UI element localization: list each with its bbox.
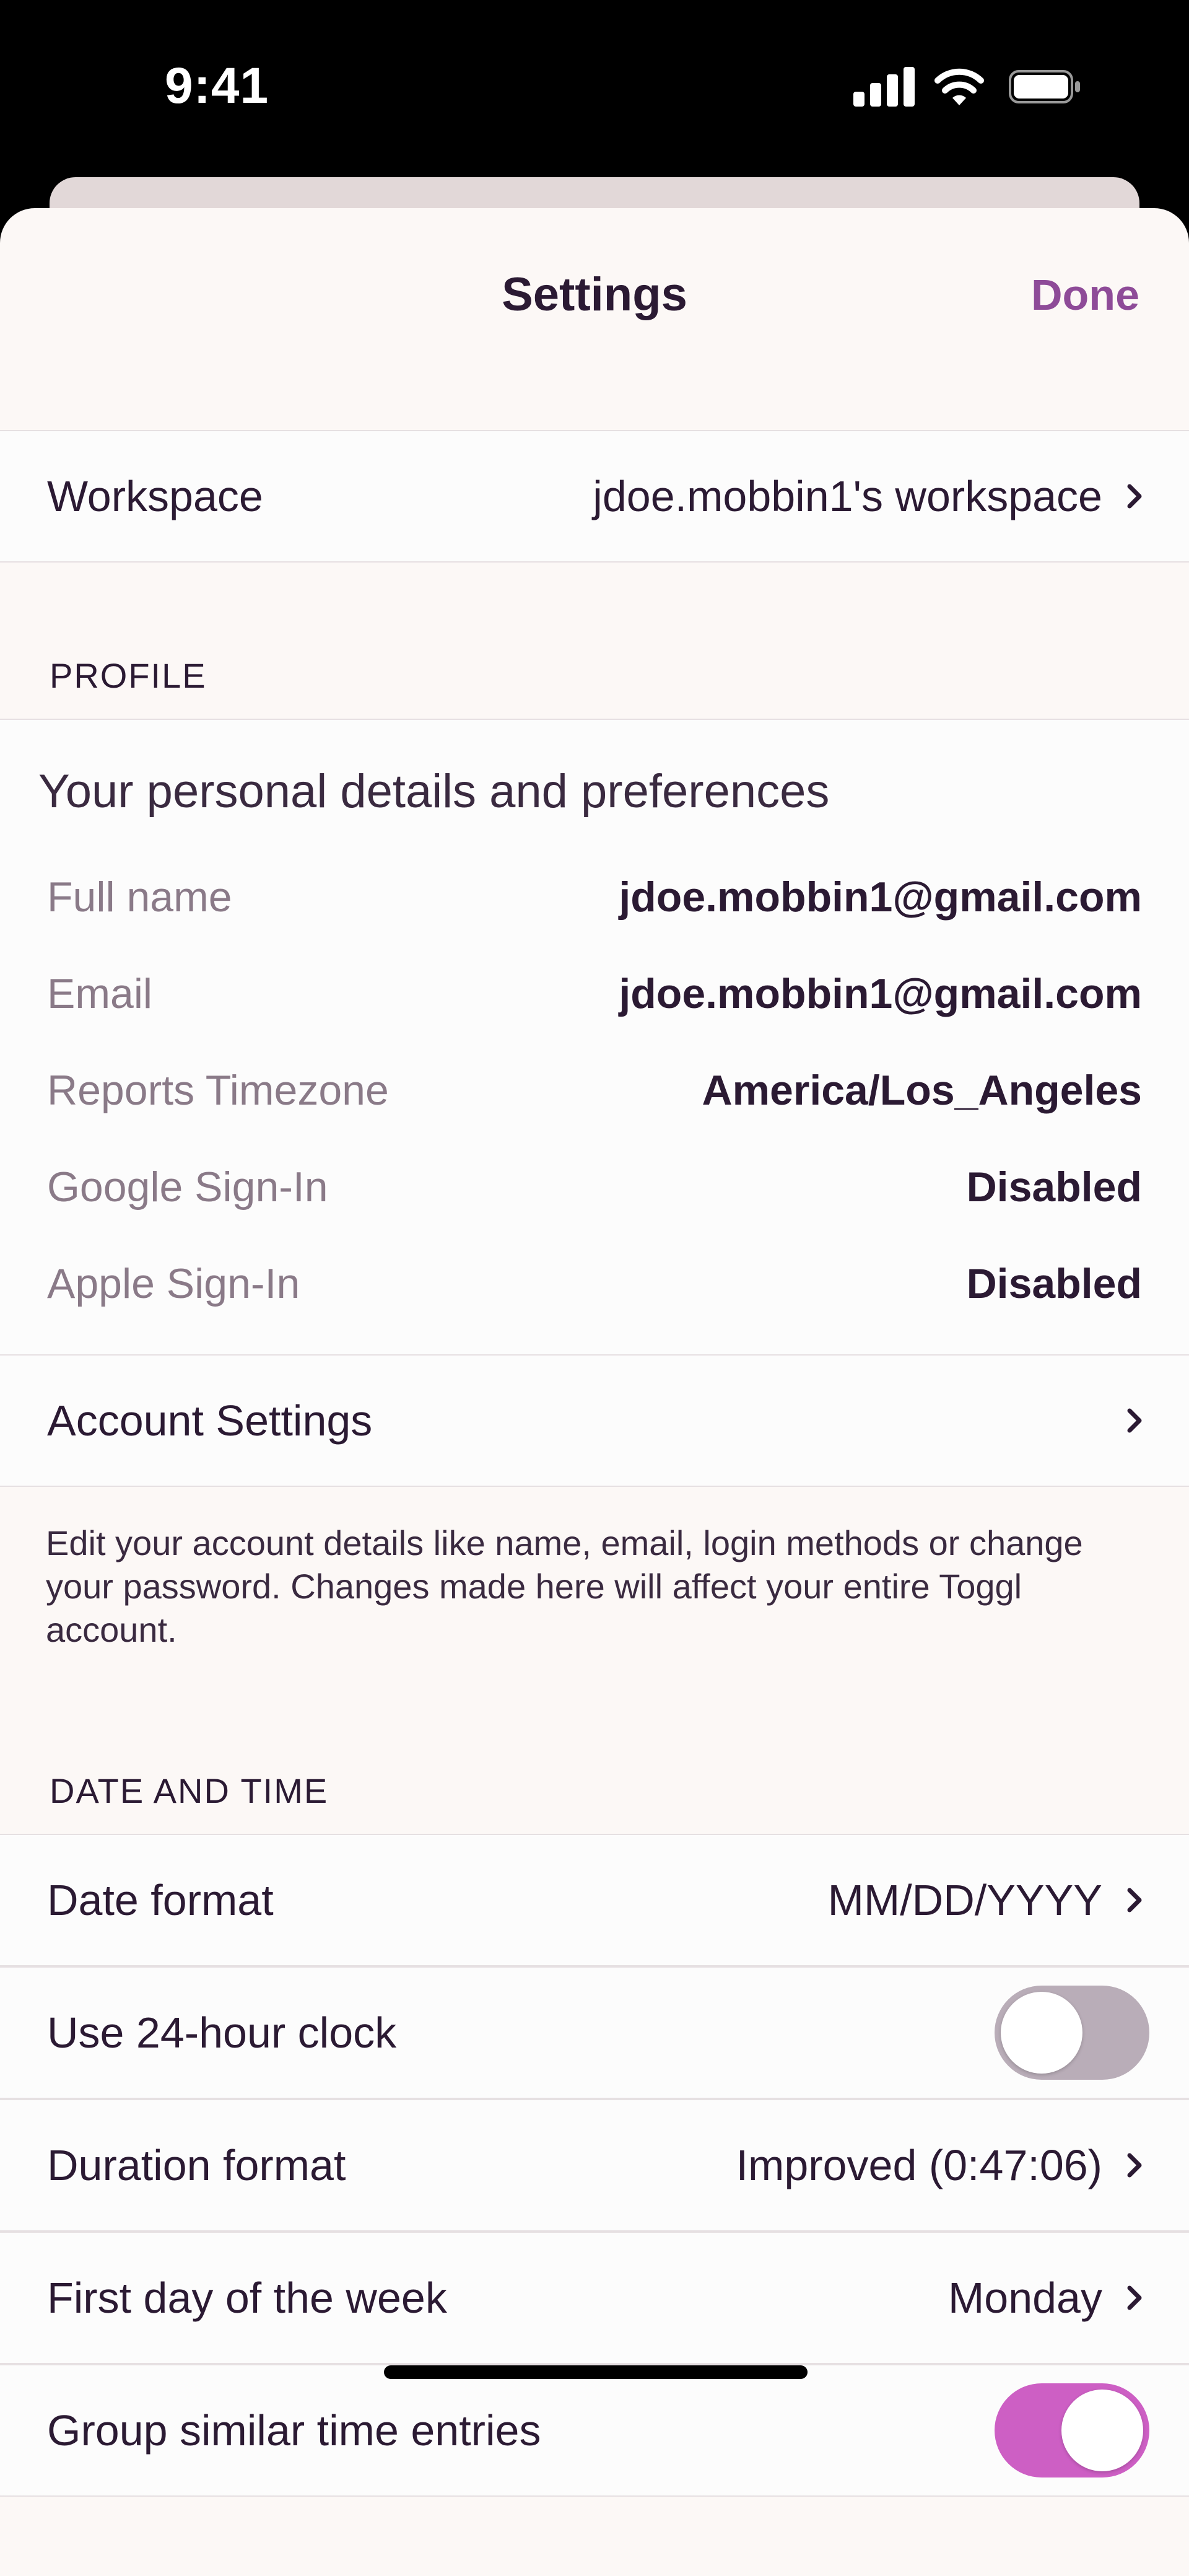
group-similar-toggle[interactable] [995, 2383, 1149, 2477]
duration-format-row[interactable]: Duration format Improved (0:47:06) [0, 2099, 1189, 2232]
first-day-value: Monday [947, 2274, 1102, 2322]
page-title: Settings [502, 268, 687, 321]
field-value: jdoe.mobbin1@gmail.com [619, 874, 1142, 921]
clock-24h-toggle[interactable] [995, 1986, 1149, 2080]
workspace-label: Workspace [47, 472, 263, 520]
toggle-knob [1061, 2390, 1143, 2471]
cellular-signal-icon [853, 67, 915, 107]
home-indicator [384, 2365, 808, 2379]
profile-heading: Your personal details and preferences [38, 765, 830, 818]
battery-icon [1009, 70, 1080, 103]
timezone-field: Reports Timezone America/Los_Angeles [0, 1047, 1189, 1134]
first-day-row[interactable]: First day of the week Monday [0, 2232, 1189, 2364]
status-bar: 9:41 [0, 0, 1189, 180]
chevron-right-icon [1127, 2285, 1142, 2310]
profile-section-header: PROFILE [50, 656, 207, 695]
group-similar-row: Group similar time entries [0, 2364, 1189, 2497]
date-format-row[interactable]: Date format MM/DD/YYYY [0, 1834, 1189, 1966]
full-name-field: Full name jdoe.mobbin1@gmail.com [0, 854, 1189, 940]
field-value: jdoe.mobbin1@gmail.com [619, 970, 1142, 1017]
date-format-value: MM/DD/YYYY [827, 1876, 1102, 1924]
account-settings-footnote: Edit your account details like name, ema… [46, 1523, 1083, 1649]
status-time: 9:41 [165, 58, 269, 114]
field-label: Reports Timezone [47, 1067, 389, 1114]
field-label: Full name [47, 874, 232, 921]
chevron-right-icon [1127, 2153, 1142, 2178]
workspace-value: jdoe.mobbin1's workspace [593, 472, 1102, 520]
done-button[interactable]: Done [1031, 270, 1139, 320]
account-settings-row[interactable]: Account Settings [0, 1354, 1189, 1487]
field-value: America/Los_Angeles [702, 1067, 1142, 1114]
date-time-section-header: DATE AND TIME [50, 1771, 329, 1810]
google-signin-field: Google Sign-In Disabled [0, 1144, 1189, 1230]
duration-format-label: Duration format [47, 2141, 346, 2189]
clock-24h-row: Use 24-hour clock [0, 1966, 1189, 2099]
workspace-row[interactable]: Workspace jdoe.mobbin1's workspace [0, 430, 1189, 563]
chevron-right-icon [1127, 1408, 1142, 1433]
profile-details: Your personal details and preferences Fu… [0, 719, 1189, 1357]
field-label: Apple Sign-In [47, 1260, 300, 1307]
apple-signin-field: Apple Sign-In Disabled [0, 1240, 1189, 1327]
field-label: Google Sign-In [47, 1163, 328, 1211]
chevron-right-icon [1127, 1888, 1142, 1912]
email-field: Email jdoe.mobbin1@gmail.com [0, 950, 1189, 1037]
chevron-right-icon [1127, 484, 1142, 509]
account-settings-label: Account Settings [47, 1396, 373, 1445]
group-similar-label: Group similar time entries [47, 2406, 541, 2455]
duration-format-value: Improved (0:47:06) [736, 2141, 1102, 2189]
clock-24h-label: Use 24-hour clock [47, 2009, 397, 2057]
field-value: Disabled [966, 1260, 1142, 1307]
settings-sheet: Settings Done Workspace jdoe.mobbin1's w… [0, 208, 1189, 2576]
field-label: Email [47, 970, 153, 1017]
date-format-label: Date format [47, 1876, 274, 1924]
toggle-knob [1001, 1992, 1082, 2074]
field-value: Disabled [966, 1163, 1142, 1211]
first-day-label: First day of the week [47, 2274, 447, 2322]
wifi-icon [934, 68, 984, 105]
